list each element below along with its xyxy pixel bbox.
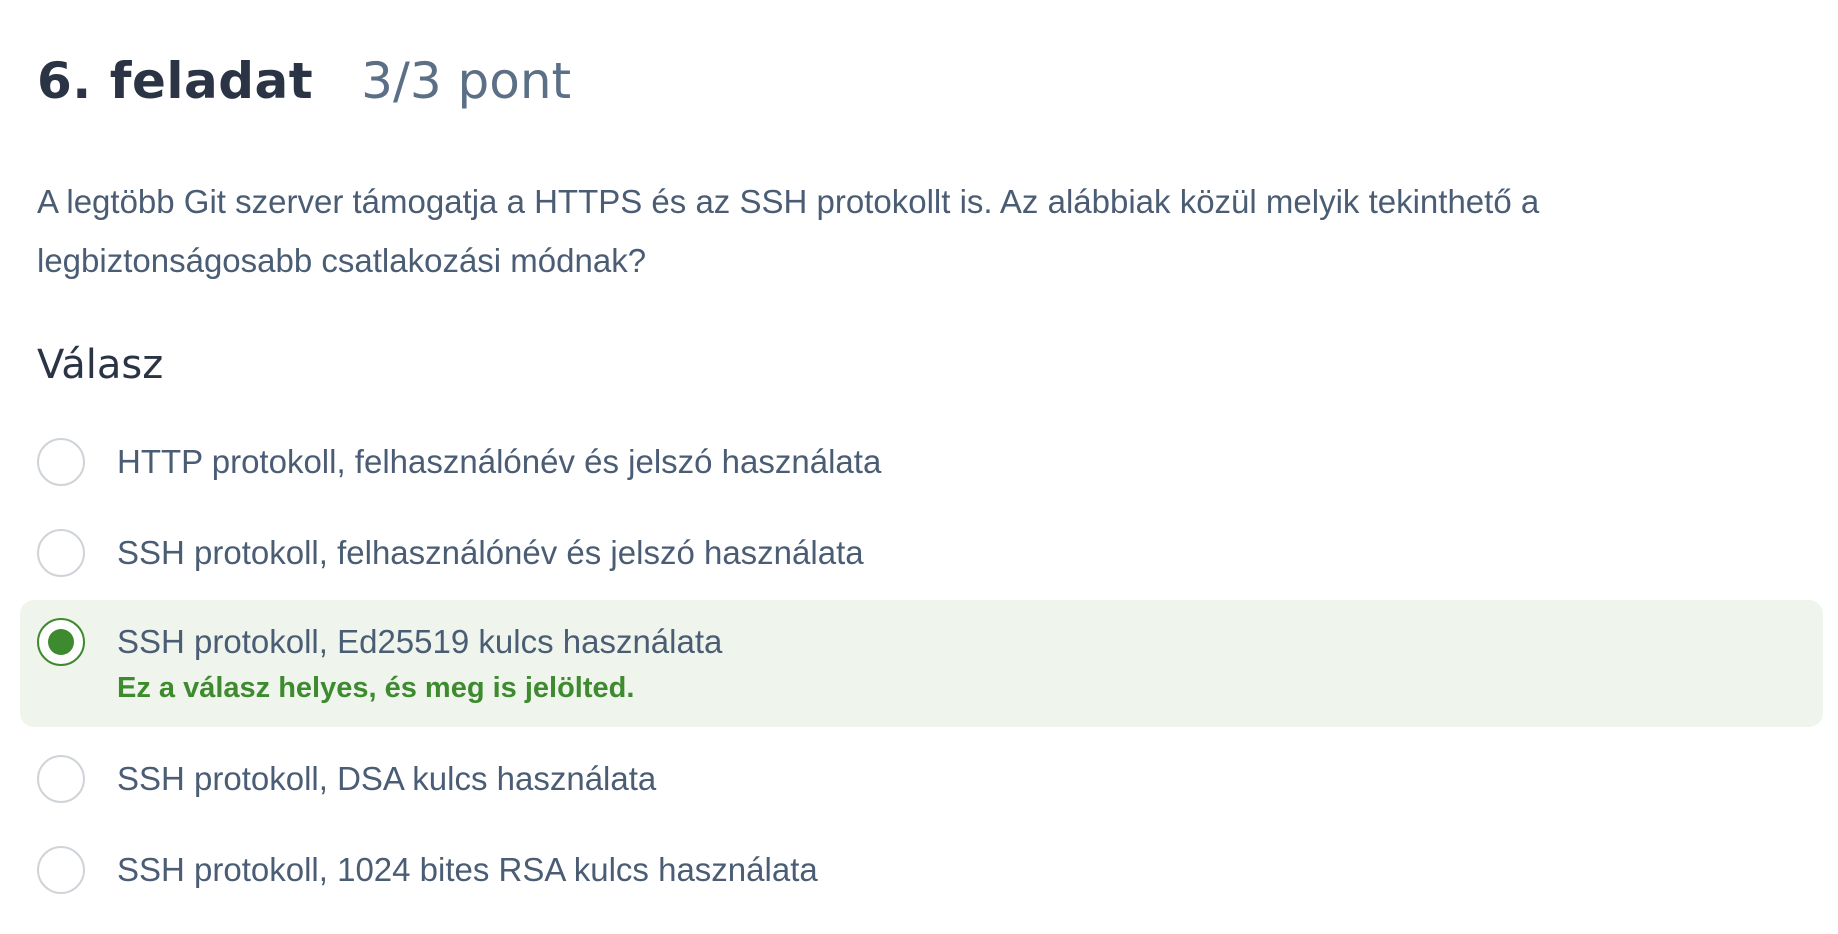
answer-option-3[interactable]: SSH protokoll, Ed25519 kulcs használata …	[20, 600, 1823, 727]
answer-option-2[interactable]: SSH protokoll, felhasználónév és jelszó …	[20, 511, 1823, 584]
answer-option-label: SSH protokoll, DSA kulcs használata	[117, 760, 657, 797]
radio-button[interactable]	[37, 846, 85, 894]
answer-option-4[interactable]: SSH protokoll, DSA kulcs használata	[20, 737, 1823, 810]
radio-button[interactable]	[37, 755, 85, 803]
answer-option-1[interactable]: HTTP protokoll, felhasználónév és jelszó…	[20, 420, 1823, 493]
radio-button[interactable]	[37, 529, 85, 577]
answer-option-label: HTTP protokoll, felhasználónév és jelszó…	[117, 443, 882, 480]
answer-option-label: SSH protokoll, 1024 bites RSA kulcs hasz…	[117, 851, 818, 888]
radio-button[interactable]	[37, 438, 85, 486]
answer-option-5[interactable]: SSH protokoll, 1024 bites RSA kulcs hasz…	[20, 828, 1823, 901]
task-header: 6. feladat 3/3 pont	[37, 52, 571, 110]
task-title: 6. feladat	[37, 52, 314, 110]
answer-option-label: SSH protokoll, Ed25519 kulcs használata	[117, 623, 723, 660]
answer-options: HTTP protokoll, felhasználónév és jelszó…	[20, 420, 1823, 919]
answer-option-content: SSH protokoll, Ed25519 kulcs használata …	[117, 618, 722, 710]
radio-button-selected[interactable]	[37, 618, 85, 666]
answer-option-label: SSH protokoll, felhasználónév és jelszó …	[117, 534, 864, 571]
task-points: 3/3 pont	[361, 52, 572, 110]
answer-heading: Válasz	[37, 342, 164, 388]
correct-feedback: Ez a válasz helyes, és meg is jelölted.	[117, 672, 635, 704]
question-text: A legtöbb Git szerver támogatja a HTTPS …	[37, 183, 1540, 279]
